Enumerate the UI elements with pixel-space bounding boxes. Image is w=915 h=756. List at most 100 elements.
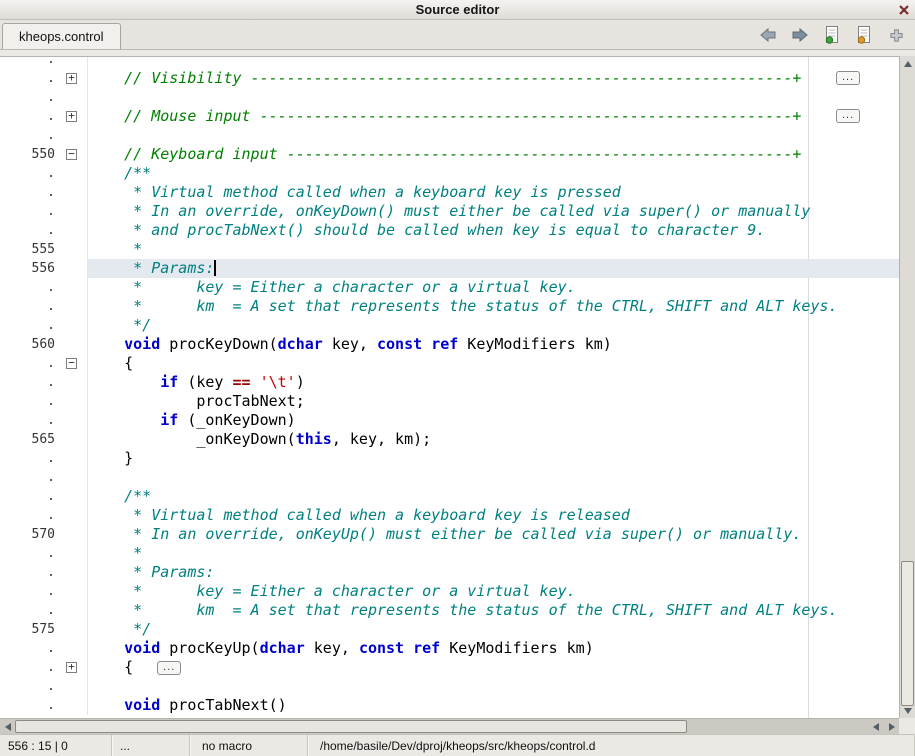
- code-text[interactable]: void procTabNext(): [88, 696, 899, 715]
- vertical-scrollbar-thumb[interactable]: [901, 561, 914, 706]
- add-view-button[interactable]: [885, 24, 907, 46]
- code-line[interactable]: . procTabNext;: [0, 392, 899, 411]
- code-line[interactable]: 550− // Keyboard input -----------------…: [0, 145, 899, 164]
- code-line[interactable]: . /**: [0, 487, 899, 506]
- code-line[interactable]: .: [0, 126, 899, 145]
- code-text[interactable]: * Params:: [88, 563, 899, 582]
- code-line[interactable]: .+ {...: [0, 658, 899, 677]
- code-text[interactable]: _onKeyDown(this, key, km);: [88, 430, 899, 449]
- code-text[interactable]: if (key == '\t'): [88, 373, 899, 392]
- fold-expand-icon[interactable]: +: [66, 111, 77, 122]
- code-line[interactable]: 560 void procKeyDown(dchar key, const re…: [0, 335, 899, 354]
- code-text[interactable]: void procKeyUp(dchar key, const ref KeyM…: [88, 639, 899, 658]
- document-orange-button[interactable]: [853, 24, 875, 46]
- code-text[interactable]: * Virtual method called when a keyboard …: [88, 183, 899, 202]
- code-editor[interactable]: ..+ // Visibility ----------------------…: [0, 56, 899, 718]
- code-text[interactable]: {...: [88, 658, 899, 677]
- code-line[interactable]: . /**: [0, 164, 899, 183]
- code-line[interactable]: . * km = A set that represents the statu…: [0, 601, 899, 620]
- code-text[interactable]: * and procTabNext() should be called whe…: [88, 221, 899, 240]
- code-text[interactable]: if (_onKeyDown): [88, 411, 899, 430]
- fold-collapse-icon[interactable]: −: [66, 358, 77, 369]
- code-line[interactable]: . * km = A set that represents the statu…: [0, 297, 899, 316]
- folded-code-ellipsis[interactable]: ...: [836, 71, 860, 85]
- line-dot: .: [0, 278, 60, 297]
- code-text[interactable]: * key = Either a character or a virtual …: [88, 582, 899, 601]
- code-line[interactable]: . */: [0, 316, 899, 335]
- code-line[interactable]: . * key = Either a character or a virtua…: [0, 278, 899, 297]
- code-text[interactable]: */: [88, 620, 899, 639]
- code-text[interactable]: /**: [88, 164, 899, 183]
- code-text[interactable]: * km = A set that represents the status …: [88, 297, 899, 316]
- scroll-down-button[interactable]: [900, 703, 915, 718]
- code-line[interactable]: .+ // Mouse input ----------------------…: [0, 107, 899, 126]
- nav-back-button[interactable]: [757, 24, 779, 46]
- scroll-left-button-2[interactable]: [868, 719, 883, 734]
- code-line[interactable]: .− {: [0, 354, 899, 373]
- code-text[interactable]: * Virtual method called when a keyboard …: [88, 506, 899, 525]
- code-text[interactable]: * In an override, onKeyDown() must eithe…: [88, 202, 899, 221]
- code-line[interactable]: 555 *: [0, 240, 899, 259]
- code-token: if: [160, 373, 178, 391]
- code-line[interactable]: . * key = Either a character or a virtua…: [0, 582, 899, 601]
- code-line[interactable]: . *: [0, 544, 899, 563]
- code-text[interactable]: // Keyboard input ----------------------…: [88, 145, 899, 164]
- code-line[interactable]: 575 */: [0, 620, 899, 639]
- code-text[interactable]: * In an override, onKeyUp() must either …: [88, 525, 899, 544]
- code-text[interactable]: [88, 468, 899, 487]
- code-line[interactable]: .: [0, 56, 899, 69]
- code-line[interactable]: . * Virtual method called when a keyboar…: [0, 183, 899, 202]
- code-line[interactable]: .+ // Visibility -----------------------…: [0, 69, 899, 88]
- horizontal-scrollbar-thumb[interactable]: [15, 720, 687, 733]
- code-text[interactable]: // Visibility --------------------------…: [88, 69, 899, 88]
- horizontal-scrollbar[interactable]: [0, 718, 899, 734]
- code-line[interactable]: . * Params:: [0, 563, 899, 582]
- folded-code-ellipsis[interactable]: ...: [836, 109, 860, 123]
- scroll-left-button[interactable]: [0, 719, 15, 734]
- window-titlebar[interactable]: Source editor: [0, 0, 915, 20]
- code-text[interactable]: void procKeyDown(dchar key, const ref Ke…: [88, 335, 899, 354]
- code-line[interactable]: . * Virtual method called when a keyboar…: [0, 506, 899, 525]
- code-line[interactable]: . }: [0, 449, 899, 468]
- fold-expand-icon[interactable]: +: [66, 662, 77, 673]
- fold-collapse-icon[interactable]: −: [66, 149, 77, 160]
- vertical-scrollbar[interactable]: [899, 56, 915, 718]
- code-line[interactable]: 570 * In an override, onKeyUp() must eit…: [0, 525, 899, 544]
- code-text[interactable]: [88, 126, 899, 145]
- close-button[interactable]: [897, 3, 910, 16]
- code-line[interactable]: 556 * Params:: [0, 259, 899, 278]
- code-text[interactable]: * Params:: [88, 259, 899, 278]
- tab-kheops-control[interactable]: kheops.control: [2, 23, 121, 49]
- code-text[interactable]: * km = A set that represents the status …: [88, 601, 899, 620]
- document-green-icon: [824, 25, 840, 45]
- code-line[interactable]: .: [0, 468, 899, 487]
- fold-expand-icon[interactable]: +: [66, 73, 77, 84]
- code-text[interactable]: [88, 56, 899, 69]
- code-text[interactable]: procTabNext;: [88, 392, 899, 411]
- code-line[interactable]: 565 _onKeyDown(this, key, km);: [0, 430, 899, 449]
- code-line[interactable]: . if (_onKeyDown): [0, 411, 899, 430]
- code-text[interactable]: /**: [88, 487, 899, 506]
- code-line[interactable]: .: [0, 677, 899, 696]
- code-line[interactable]: . void procKeyUp(dchar key, const ref Ke…: [0, 639, 899, 658]
- fold-gutter: [60, 335, 88, 354]
- code-text[interactable]: * key = Either a character or a virtual …: [88, 278, 899, 297]
- code-line[interactable]: .: [0, 88, 899, 107]
- folded-code-ellipsis[interactable]: ...: [157, 661, 181, 675]
- code-line[interactable]: . * and procTabNext() should be called w…: [0, 221, 899, 240]
- code-line[interactable]: . * In an override, onKeyDown() must eit…: [0, 202, 899, 221]
- code-text[interactable]: // Mouse input -------------------------…: [88, 107, 899, 126]
- nav-forward-button[interactable]: [789, 24, 811, 46]
- code-text[interactable]: }: [88, 449, 899, 468]
- code-line[interactable]: . if (key == '\t'): [0, 373, 899, 392]
- code-text[interactable]: {: [88, 354, 899, 373]
- code-line[interactable]: . void procTabNext(): [0, 696, 899, 715]
- code-text[interactable]: *: [88, 544, 899, 563]
- document-green-button[interactable]: [821, 24, 843, 46]
- code-text[interactable]: [88, 88, 899, 107]
- scroll-right-button[interactable]: [884, 719, 899, 734]
- code-text[interactable]: *: [88, 240, 899, 259]
- code-text[interactable]: */: [88, 316, 899, 335]
- code-text[interactable]: [88, 677, 899, 696]
- scroll-up-button[interactable]: [900, 56, 915, 71]
